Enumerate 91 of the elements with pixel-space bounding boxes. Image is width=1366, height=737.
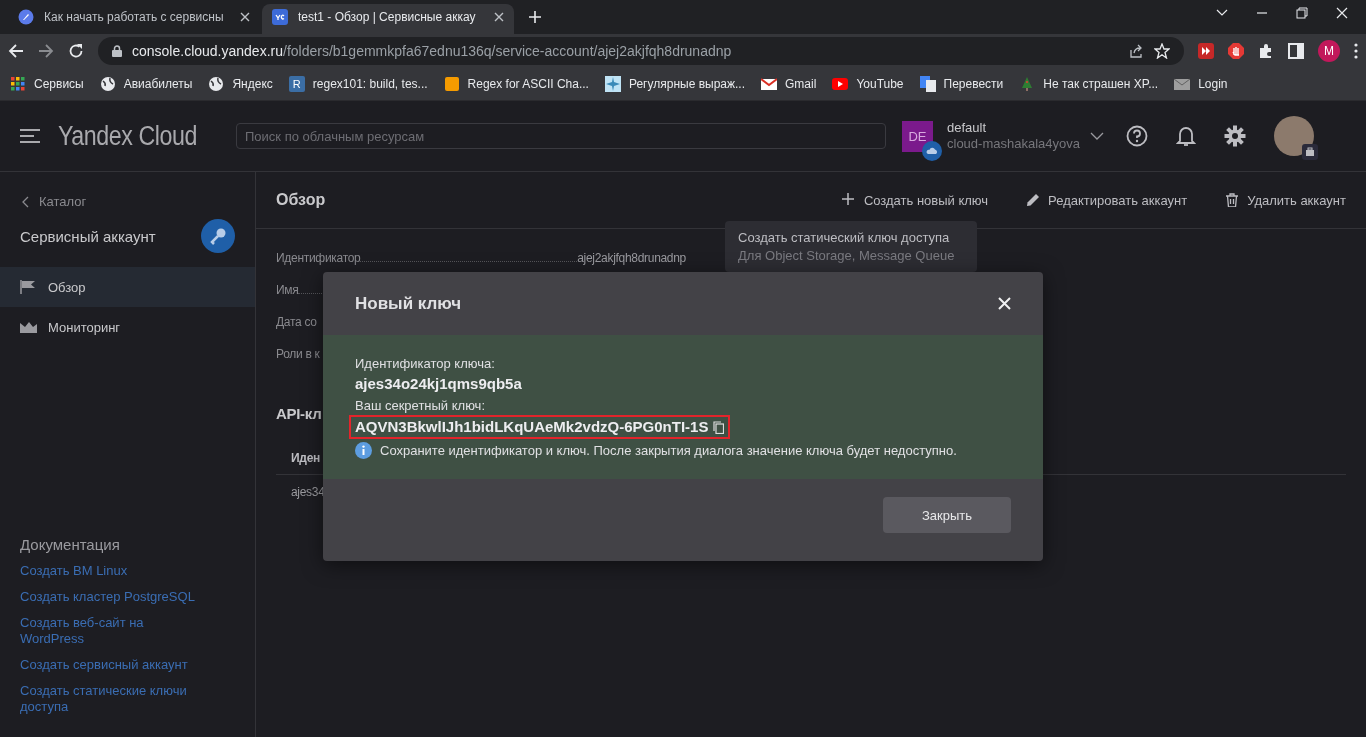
- star-icon[interactable]: [1154, 43, 1170, 59]
- address-bar[interactable]: console.cloud.yandex.ru/folders/b1gemmkpfa67ednu136q/service-account/ajej2akjfqh8drunadnp: [98, 37, 1184, 65]
- url-text: console.cloud.yandex.ru/folders/b1gemmkpfa67ednu136q/service-account/ajej2akjfqh8drunadnp: [132, 43, 733, 59]
- close-icon: [998, 297, 1011, 310]
- action-button[interactable]: Создать новый ключ: [841, 192, 989, 208]
- close-icon[interactable]: [240, 12, 250, 22]
- bookmark[interactable]: Регулярные выраж...: [604, 76, 746, 92]
- profile-avatar[interactable]: M: [1318, 40, 1340, 62]
- docs-heading: Документация: [20, 536, 121, 553]
- reload-icon[interactable]: [68, 43, 84, 59]
- share-icon[interactable]: [1128, 43, 1144, 59]
- bookmark[interactable]: Login: [1174, 76, 1228, 92]
- section-title: Сервисный аккаунт: [20, 227, 156, 245]
- nav-item[interactable]: Обзор: [0, 267, 255, 307]
- bookmark-globe-icon: [208, 76, 225, 92]
- folder-name: default: [947, 120, 988, 136]
- field-label: Роли в к: [276, 347, 320, 361]
- folder-selector[interactable]: DE default cloud-mashakala4yova: [902, 120, 1104, 152]
- bookmark[interactable]: Авиабилеты: [99, 76, 193, 92]
- site-icon: [272, 9, 288, 25]
- section-title: API-кл: [276, 405, 322, 422]
- bookmark-envelope-icon: [1174, 76, 1191, 92]
- briefcase-icon: [1301, 144, 1318, 160]
- trash-icon: [1225, 193, 1240, 207]
- extension-icon[interactable]: [1198, 43, 1214, 59]
- bookmark-mail-icon: [761, 76, 778, 92]
- bookmark-translate-icon: [919, 76, 936, 92]
- bookmark[interactable]: Перевести: [919, 76, 1004, 92]
- table-cell-text: ajes34: [290, 484, 325, 499]
- action-button[interactable]: Удалить аккаунт: [1225, 192, 1346, 208]
- tooltip-text: Для Object Storage, Message Queue: [738, 247, 956, 265]
- page-title: Обзор: [276, 191, 326, 209]
- bookmark[interactable]: Gmail: [761, 76, 817, 92]
- bookmark[interactable]: Сервисы: [10, 76, 84, 92]
- field-label: Идентификатор: [276, 251, 361, 265]
- field-label: Дата со: [276, 315, 317, 329]
- side-panel-icon[interactable]: [1288, 43, 1304, 59]
- close-button[interactable]: [998, 297, 1011, 310]
- chevron-down-icon: [1089, 132, 1104, 140]
- back-icon[interactable]: [8, 43, 24, 59]
- chart-icon: [20, 320, 37, 334]
- bookmark-apps-icon: [10, 76, 26, 92]
- secret-key-label: Ваш секретный ключ:: [355, 397, 486, 415]
- nav-item[interactable]: Мониторинг: [0, 307, 255, 347]
- bookmark[interactable]: Яндекс: [208, 76, 273, 92]
- help-icon[interactable]: [1125, 125, 1148, 147]
- cloud-icon: [922, 140, 942, 161]
- settings-icon[interactable]: [1223, 125, 1246, 147]
- search-field[interactable]: Поиск по облачным ресурсам: [236, 123, 886, 149]
- dialog-title: Новый ключ: [355, 293, 462, 314]
- puzzle-icon[interactable]: [1258, 43, 1274, 59]
- bookmark-play-icon: [832, 76, 849, 92]
- app-logo[interactable]: Yandex Cloud: [58, 120, 212, 152]
- field-label: Имя: [276, 283, 299, 297]
- key-icon[interactable]: [201, 219, 235, 253]
- site-icon: [18, 9, 34, 25]
- tooltip-title: Создать статический ключ доступа: [738, 229, 951, 247]
- pencil-icon: [1026, 193, 1041, 207]
- key-id-value: ajes34o24kj1qms9qb5a: [355, 374, 523, 394]
- field-value: ajej2akjfqh8drunadnp: [577, 251, 686, 265]
- info-icon: [355, 442, 372, 459]
- bookmark[interactable]: R regex101: build, tes...: [288, 76, 428, 92]
- bookmark-square-icon: [443, 76, 460, 92]
- forward-icon[interactable]: [38, 43, 54, 59]
- browser-tab[interactable]: Как начать работать с сервисны: [8, 4, 260, 34]
- key-id-label: Идентификатор ключа:: [355, 355, 496, 373]
- plus-icon: [841, 193, 856, 207]
- bell-icon[interactable]: [1175, 125, 1196, 147]
- copy-icon[interactable]: [713, 420, 725, 434]
- cloud-name: cloud-mashakala4yova: [947, 136, 1080, 152]
- back-link[interactable]: Каталог: [22, 194, 87, 209]
- flag-icon: [20, 280, 37, 294]
- bookmark[interactable]: Не так страшен XP...: [1019, 76, 1159, 92]
- action-button[interactable]: Редактировать аккаунт: [1026, 192, 1188, 208]
- secret-key-value: AQVN3BkwlIJh1bidLKqUAeMk2vdzQ-6PG0nTI-1S: [349, 415, 731, 439]
- close-dialog-button[interactable]: Закрыть: [883, 497, 1011, 533]
- browser-tab[interactable]: test1 - Обзор | Сервисные аккау: [262, 4, 514, 34]
- letter-icon: R: [288, 76, 305, 92]
- tab-search-icon[interactable]: [1216, 9, 1228, 17]
- chevron-left-icon: [22, 195, 29, 208]
- bookmark[interactable]: YouTube: [832, 76, 904, 92]
- notice-text: Сохраните идентификатор и ключ. После закрытия диалога значение ключа будет недоступно.: [380, 443, 957, 458]
- bookmark-snowflake-icon: [604, 76, 621, 92]
- bookmark[interactable]: Regex for ASCII Cha...: [443, 76, 589, 92]
- bookmark-globe-icon: [99, 76, 116, 92]
- restore-icon[interactable]: [1296, 7, 1308, 19]
- new-tab-icon[interactable]: [528, 10, 542, 24]
- lock-icon: [112, 45, 122, 57]
- more-icon[interactable]: [1354, 43, 1358, 59]
- close-icon[interactable]: [494, 12, 504, 22]
- menu-icon[interactable]: [20, 129, 40, 143]
